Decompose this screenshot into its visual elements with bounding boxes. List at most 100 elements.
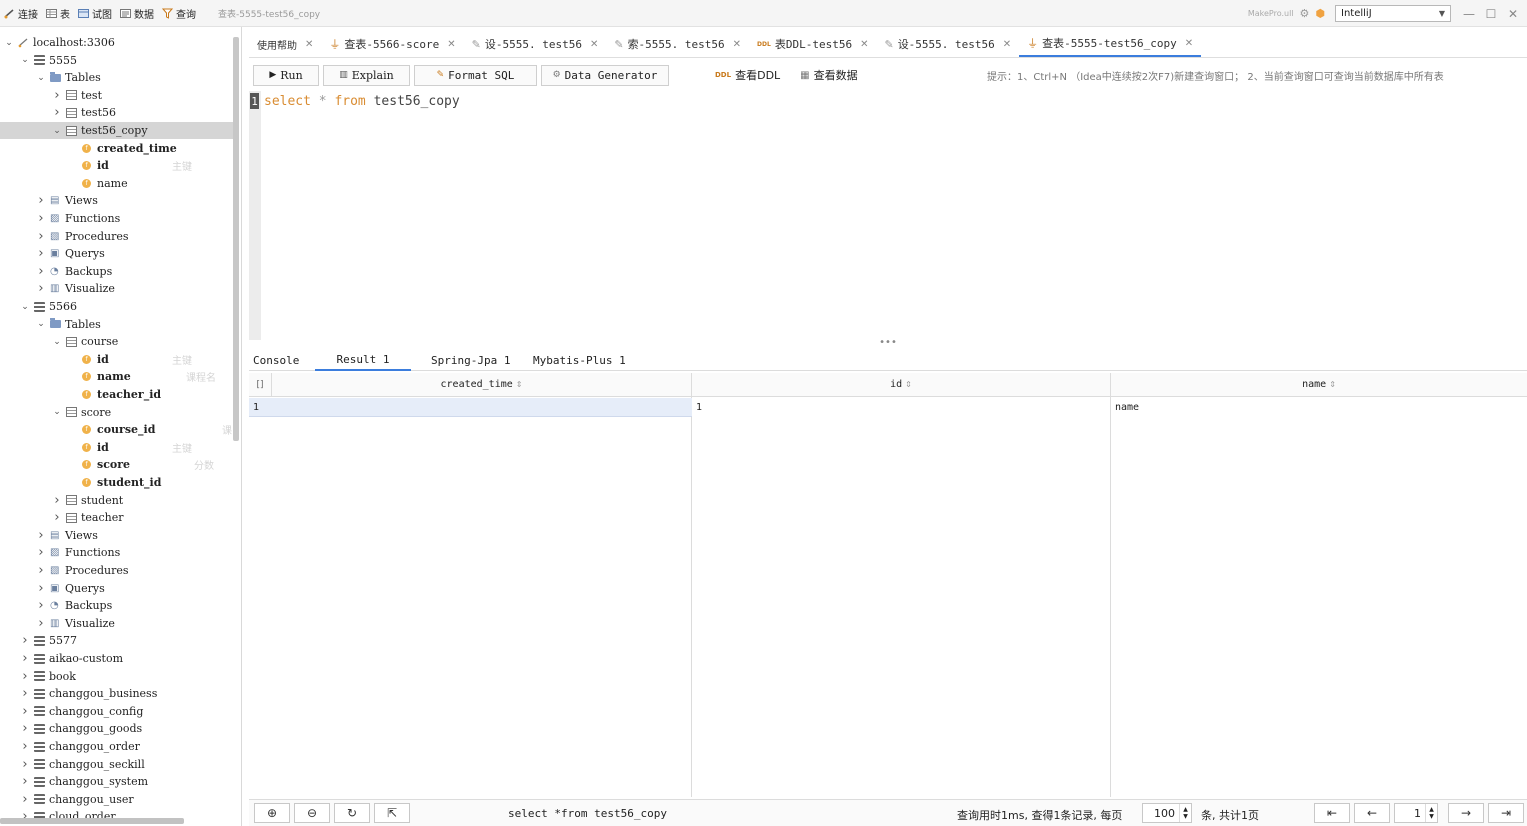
close-tab-icon[interactable]: ✕ xyxy=(305,39,313,50)
export-button[interactable]: ⇱ xyxy=(374,803,410,823)
close-tab-icon[interactable]: ✕ xyxy=(860,39,868,50)
tree-item[interactable]: › ▥ Visualize xyxy=(0,615,236,632)
chevron-down-icon[interactable]: ⌄ xyxy=(52,126,62,136)
format-sql-button[interactable]: ✎ Format SQL xyxy=(414,64,537,86)
tree-item[interactable]: › ▤ Views xyxy=(0,527,236,544)
tree-item[interactable]: f id 主键 xyxy=(0,157,236,174)
stepper-arrows-icon[interactable]: ▲ ▼ xyxy=(1425,804,1437,822)
prev-page-button[interactable]: ← xyxy=(1354,803,1390,823)
tree-item[interactable]: f id 主键 xyxy=(0,351,236,368)
tree-item[interactable]: › changgou_business xyxy=(0,685,236,702)
sql-code[interactable]: select * from test56_copy xyxy=(264,94,460,109)
chevron-right-icon[interactable]: › xyxy=(20,739,30,754)
result-tab-2[interactable]: Spring-Jpa 1 xyxy=(411,350,531,371)
view-button[interactable]: 试图 xyxy=(78,6,112,21)
tab-3[interactable]: ✎ 索-5555. test56 ✕ xyxy=(606,31,749,57)
view-data-button[interactable]: ▦ 查看数据 xyxy=(800,67,857,83)
stepper-arrows-icon[interactable]: ▲ ▼ xyxy=(1179,804,1191,822)
tree-item[interactable]: › ▧ Procedures xyxy=(0,228,236,245)
chevron-down-icon[interactable]: ⌄ xyxy=(36,319,46,329)
chevron-right-icon[interactable]: › xyxy=(52,105,62,120)
tree-item[interactable]: › ▨ Functions xyxy=(0,544,236,561)
tree-item[interactable]: f created_time xyxy=(0,140,236,157)
query-button[interactable]: 查询 xyxy=(162,6,196,21)
page-number-stepper[interactable]: 1 ▲ ▼ xyxy=(1394,803,1438,823)
tree-item[interactable]: ⌄ Tables xyxy=(0,69,236,86)
editor-splitter[interactable]: ••• xyxy=(249,338,1527,348)
tree-item[interactable]: › ▥ Visualize xyxy=(0,280,236,297)
tab-1[interactable]: ⏚ 查表-5566-score ✕ xyxy=(321,31,463,57)
tree-item[interactable]: › ▣ Querys xyxy=(0,245,236,262)
minimize-icon[interactable]: — xyxy=(1461,6,1477,22)
chevron-right-icon[interactable]: › xyxy=(20,792,30,807)
chevron-right-icon[interactable]: › xyxy=(36,246,46,261)
theme-select[interactable]: IntelliJ ▼ xyxy=(1335,5,1451,22)
chevron-down-icon[interactable]: ⌄ xyxy=(20,55,30,65)
chevron-right-icon[interactable]: › xyxy=(36,563,46,578)
tree-item[interactable]: f student_id xyxy=(0,474,236,491)
tree-item[interactable]: ⌄ localhost:3306 xyxy=(0,34,236,51)
chevron-right-icon[interactable]: › xyxy=(36,211,46,226)
close-tab-icon[interactable]: ✕ xyxy=(590,39,598,50)
tree-item[interactable]: › ▤ Views xyxy=(0,192,236,209)
next-page-button[interactable]: → xyxy=(1448,803,1484,823)
sidebar-vertical-scrollbar[interactable] xyxy=(233,37,239,441)
tree-item[interactable]: › ▧ Procedures xyxy=(0,562,236,579)
tree-item[interactable]: › test56 xyxy=(0,104,236,121)
tree-item[interactable]: › teacher xyxy=(0,509,236,526)
chevron-right-icon[interactable]: › xyxy=(36,193,46,208)
add-row-button[interactable]: ⊕ xyxy=(254,803,290,823)
tab-0[interactable]: 使用帮助 ✕ xyxy=(249,31,321,57)
tree-item[interactable]: › 5577 xyxy=(0,632,236,649)
tree-item[interactable]: › changgou_order xyxy=(0,738,236,755)
chevron-right-icon[interactable]: › xyxy=(52,493,62,508)
connect-button[interactable]: 连接 xyxy=(4,6,38,21)
chevron-right-icon[interactable]: › xyxy=(36,264,46,279)
chevron-right-icon[interactable]: › xyxy=(36,598,46,613)
tree-item[interactable]: ⌄ test56_copy xyxy=(0,122,236,139)
tree-item[interactable]: f teacher_id xyxy=(0,386,236,403)
maximize-icon[interactable]: ☐ xyxy=(1483,6,1499,22)
tree-item[interactable]: › ▣ Querys xyxy=(0,580,236,597)
chevron-right-icon[interactable]: › xyxy=(20,651,30,666)
chevron-down-icon[interactable]: ⌄ xyxy=(52,337,62,347)
tree-item[interactable]: ⌄ Tables xyxy=(0,316,236,333)
explain-button[interactable]: ▥ Explain xyxy=(323,64,410,86)
tree-item[interactable]: f name 课程名 xyxy=(0,368,236,385)
column-header-created-time[interactable]: created_time ⇕ xyxy=(272,373,692,397)
tree-item[interactable]: ⌄ score xyxy=(0,404,236,421)
data-generator-button[interactable]: ⚙ Data Generator xyxy=(541,64,669,86)
view-ddl-button[interactable]: DDL 查看DDL xyxy=(715,67,780,83)
tree-item[interactable]: ⌄ 5566 xyxy=(0,298,236,315)
tree-item[interactable]: › changgou_seckill xyxy=(0,756,236,773)
chevron-right-icon[interactable]: › xyxy=(36,229,46,244)
delete-row-button[interactable]: ⊖ xyxy=(294,803,330,823)
chevron-down-icon[interactable]: ⌄ xyxy=(52,407,62,417)
column-header-id[interactable]: id ⇕ xyxy=(692,373,1111,397)
chevron-right-icon[interactable]: › xyxy=(20,774,30,789)
tree-item[interactable]: › aikao-custom xyxy=(0,650,236,667)
chevron-down-icon[interactable]: ⌄ xyxy=(36,73,46,83)
tree-item[interactable]: › ◔ Backups xyxy=(0,263,236,280)
tree-item[interactable]: f name xyxy=(0,175,236,192)
cell-name[interactable]: name xyxy=(1111,398,1527,417)
tree-item[interactable]: ⌄ 5555 xyxy=(0,52,236,69)
chevron-right-icon[interactable]: › xyxy=(36,616,46,631)
chevron-right-icon[interactable]: › xyxy=(20,669,30,684)
tree-item[interactable]: › student xyxy=(0,492,236,509)
table-button[interactable]: 表 xyxy=(46,6,70,21)
tree-item[interactable]: › ◔ Backups xyxy=(0,597,236,614)
chevron-right-icon[interactable]: › xyxy=(36,581,46,596)
first-page-button[interactable]: ⇤ xyxy=(1314,803,1350,823)
plugin-icon[interactable]: ⬢ xyxy=(1315,7,1325,20)
close-icon[interactable]: ✕ xyxy=(1505,6,1521,22)
chevron-right-icon[interactable]: › xyxy=(52,88,62,103)
tree-item[interactable]: › changgou_goods xyxy=(0,720,236,737)
tree-item[interactable]: › changgou_user xyxy=(0,791,236,808)
chevron-right-icon[interactable]: › xyxy=(52,510,62,525)
close-tab-icon[interactable]: ✕ xyxy=(447,39,455,50)
tab-2[interactable]: ✎ 设-5555. test56 ✕ xyxy=(464,31,607,57)
data-button[interactable]: 数据 xyxy=(120,6,154,21)
table-row[interactable]: 1 1 name xyxy=(249,398,1527,417)
grid-corner[interactable]: [] xyxy=(249,373,272,397)
